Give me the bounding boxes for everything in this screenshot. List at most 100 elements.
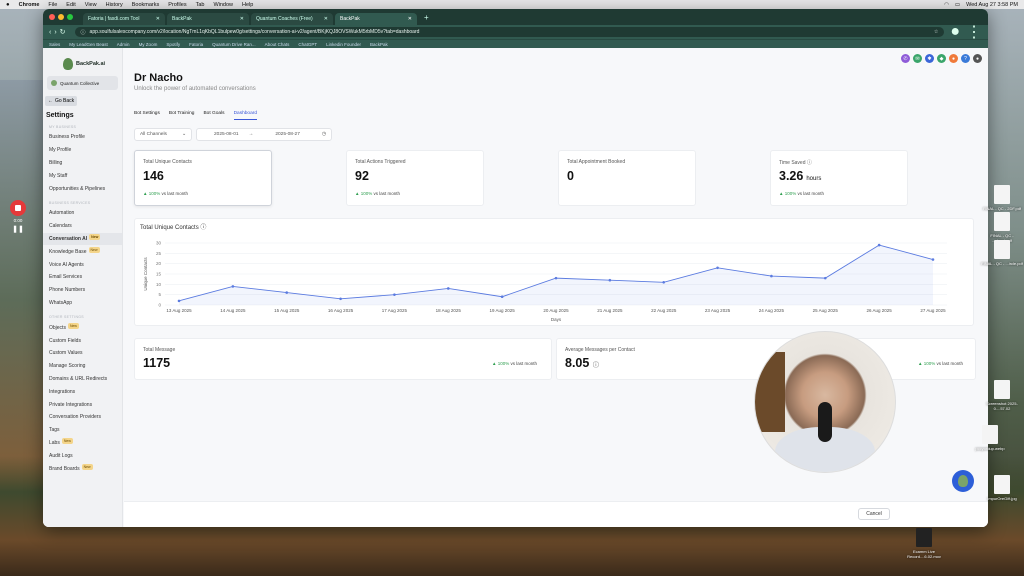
sidebar-item-conversation-providers[interactable]: Conversation Providers xyxy=(43,411,122,424)
close-tab-icon[interactable]: ✕ xyxy=(324,16,328,22)
nav-arrows-icon[interactable]: ‹›↻ xyxy=(49,28,69,36)
desktop-file[interactable]: pccyordup.webp xyxy=(968,425,1012,451)
menubar-item[interactable]: View xyxy=(85,2,97,8)
bookmark[interactable]: Admin xyxy=(117,42,130,47)
close-window-button[interactable] xyxy=(49,14,55,20)
sidebar-item-domains-url-redirects[interactable]: Domains & URL Redirects xyxy=(43,373,122,386)
cancel-button[interactable]: Cancel xyxy=(858,508,890,520)
sidebar-item-automation[interactable]: Automation xyxy=(43,207,122,220)
tab-dashboard[interactable]: Dashboard xyxy=(233,111,258,120)
sidebar-item-conversation-ai[interactable]: Conversation AI New xyxy=(43,232,122,246)
sidebar-item-opportunities-pipelines[interactable]: Opportunities & Pipelines xyxy=(43,182,122,195)
sidebar-item-manage-scoring[interactable]: Manage Scoring xyxy=(43,360,122,373)
profile-icon[interactable]: ● xyxy=(950,23,960,41)
desktop-file[interactable]: FINAL - QC - ...sheet.pdf xyxy=(980,212,1024,243)
desktop-file[interactable]: Ecamm Live Record....6.02.mov xyxy=(902,528,946,559)
address-bar[interactable]: ⓘ app.soulfulsalescompany.com/v2/locatio… xyxy=(74,27,945,37)
sidebar-item-labs[interactable]: Labs New xyxy=(43,437,122,450)
sidebar-item-integrations[interactable]: Integrations xyxy=(43,385,122,398)
sidebar-item-email-services[interactable]: Email Services xyxy=(43,271,122,284)
desktop-file[interactable]: FINAL - QC - ...ircle.pdf xyxy=(980,240,1024,266)
browser-tab[interactable]: BackPak ✕ xyxy=(167,13,249,25)
sidebar-item-objects[interactable]: Objects New xyxy=(43,321,122,334)
battery-icon[interactable]: ▭ xyxy=(955,2,960,8)
sidebar-item-brand-boards[interactable]: Brand Boards New xyxy=(43,462,122,475)
bookmark[interactable]: ChatGPT xyxy=(298,42,317,47)
sidebar-item-my-staff[interactable]: My Staff xyxy=(43,169,122,182)
sidebar-item-custom-fields[interactable]: Custom Fields xyxy=(43,334,122,347)
bookmark[interactable]: BackPak xyxy=(370,42,388,47)
account-switcher[interactable]: Quantum Collective xyxy=(47,76,118,90)
kpi-card-actions[interactable]: Total Actions Triggered 92 ▲ 100% vs las… xyxy=(346,150,484,206)
apple-icon[interactable]: ● xyxy=(6,2,10,8)
menubar-item[interactable]: Tab xyxy=(196,2,205,8)
zoom-window-button[interactable] xyxy=(67,14,73,20)
sidebar-item-billing[interactable]: Billing xyxy=(43,157,122,170)
sidebar-item-phone-numbers[interactable]: Phone Numbers xyxy=(43,284,122,297)
user-avatar[interactable]: ● xyxy=(973,54,982,63)
channel-select[interactable]: All Channels ⌄ xyxy=(134,128,192,141)
sidebar-item-my-profile[interactable]: My Profile xyxy=(43,144,122,157)
bookmark[interactable]: Linkedin Founder xyxy=(326,42,361,47)
browser-tab[interactable]: Fatoria | fasdi.com Tool ✕ xyxy=(83,13,165,25)
desktop-file[interactable]: FINAL - QC - 2DF.pdf xyxy=(980,185,1024,211)
total-message-card[interactable]: Total Message 1175 ▲ 100% vs last month xyxy=(134,338,552,380)
sidebar-item-audit-logs[interactable]: Audit Logs xyxy=(43,449,122,462)
phone-icon[interactable]: ✆ xyxy=(901,54,910,63)
site-info-icon[interactable]: ⓘ xyxy=(81,29,86,36)
pause-icon[interactable]: ❚❚ xyxy=(10,225,26,233)
new-tab-icon[interactable]: + xyxy=(419,13,434,22)
menubar-item[interactable]: File xyxy=(48,2,57,8)
tab-bot-settings[interactable]: Bot Settings xyxy=(134,111,160,120)
menubar-item[interactable]: Profiles xyxy=(168,2,186,8)
sidebar-item-tags[interactable]: Tags xyxy=(43,424,122,437)
stop-recording-button[interactable] xyxy=(10,200,26,216)
sidebar-item-knowledge-base[interactable]: Knowledge Base New xyxy=(43,245,122,258)
close-tab-icon[interactable]: ✕ xyxy=(408,16,412,22)
more-menu-icon[interactable]: ⋮ xyxy=(966,22,982,42)
tab-bot-training[interactable]: Bot Training xyxy=(169,111,195,120)
menubar-app[interactable]: Chrome xyxy=(19,2,40,8)
desktop-file[interactable]: ImpurOreGift.jpg xyxy=(980,475,1024,501)
minimize-window-button[interactable] xyxy=(58,14,64,20)
bookmark[interactable]: My Zoom xyxy=(139,42,158,47)
tab-bot-goals[interactable]: Bot Goals xyxy=(203,111,224,120)
close-tab-icon[interactable]: ✕ xyxy=(240,16,244,22)
menubar-item[interactable]: Help xyxy=(242,2,253,8)
browser-tab-active[interactable]: BackPak ✕ xyxy=(335,13,417,25)
menubar-item[interactable]: Bookmarks xyxy=(132,2,160,8)
menubar-item[interactable]: Edit xyxy=(66,2,75,8)
menubar-item[interactable]: Window xyxy=(213,2,233,8)
chat-widget-button[interactable] xyxy=(952,470,974,492)
notifications-icon[interactable]: ● xyxy=(949,54,958,63)
bookmark[interactable]: Spotify xyxy=(166,42,180,47)
kpi-card-appointments[interactable]: Total Appointment Booked 0 xyxy=(558,150,696,206)
announce-icon[interactable]: ✱ xyxy=(925,54,934,63)
sidebar-item-custom-values[interactable]: Custom Values xyxy=(43,347,122,360)
date-range-picker[interactable]: 2025-08-01 → 2025-08-27 ◷ xyxy=(196,128,332,141)
megaphone-icon[interactable]: ◆ xyxy=(937,54,946,63)
bookmark[interactable]: Quantum Drive Ran... xyxy=(212,42,256,47)
wifi-icon[interactable]: ◠ xyxy=(944,2,949,8)
desktop-file[interactable]: Screenshot 2025-0....57.02 xyxy=(980,380,1024,411)
sidebar-item-calendars[interactable]: Calendars xyxy=(43,220,122,233)
go-back-button[interactable]: ← Go Back xyxy=(45,96,77,106)
help-icon[interactable]: ? xyxy=(961,54,970,63)
sidebar-item-business-profile[interactable]: Business Profile xyxy=(43,131,122,144)
bookmark[interactable]: Fatoria xyxy=(189,42,203,47)
menubar-item[interactable]: History xyxy=(106,2,123,8)
browser-tab[interactable]: Quantum Coaches (Free) ✕ xyxy=(251,13,333,25)
sidebar-item-voice-ai-agents[interactable]: Voice AI Agents xyxy=(43,258,122,271)
bookmark[interactable]: My LeadGen Beast xyxy=(69,42,108,47)
close-tab-icon[interactable]: ✕ xyxy=(156,16,160,22)
sidebar-item-private-integrations[interactable]: Private Integrations xyxy=(43,398,122,411)
kpi-card-contacts[interactable]: Total Unique Contacts 146 ▲ 100% vs last… xyxy=(134,150,272,206)
bookmark-star-icon[interactable]: ☆ xyxy=(934,29,938,35)
sidebar-item-whatsapp[interactable]: WhatsApp xyxy=(43,297,122,310)
chat-icon[interactable]: ✉ xyxy=(913,54,922,63)
kpi-card-time-saved[interactable]: Time Saved ⓘ 3.26 hours ▲ 100% vs last mo… xyxy=(770,150,908,206)
menubar-clock[interactable]: Wed Aug 27 3:58 PM xyxy=(966,2,1018,8)
info-icon[interactable]: ⓘ xyxy=(593,363,599,369)
bookmark[interactable]: Sales xyxy=(49,42,60,47)
bookmark[interactable]: About Chats xyxy=(265,42,290,47)
